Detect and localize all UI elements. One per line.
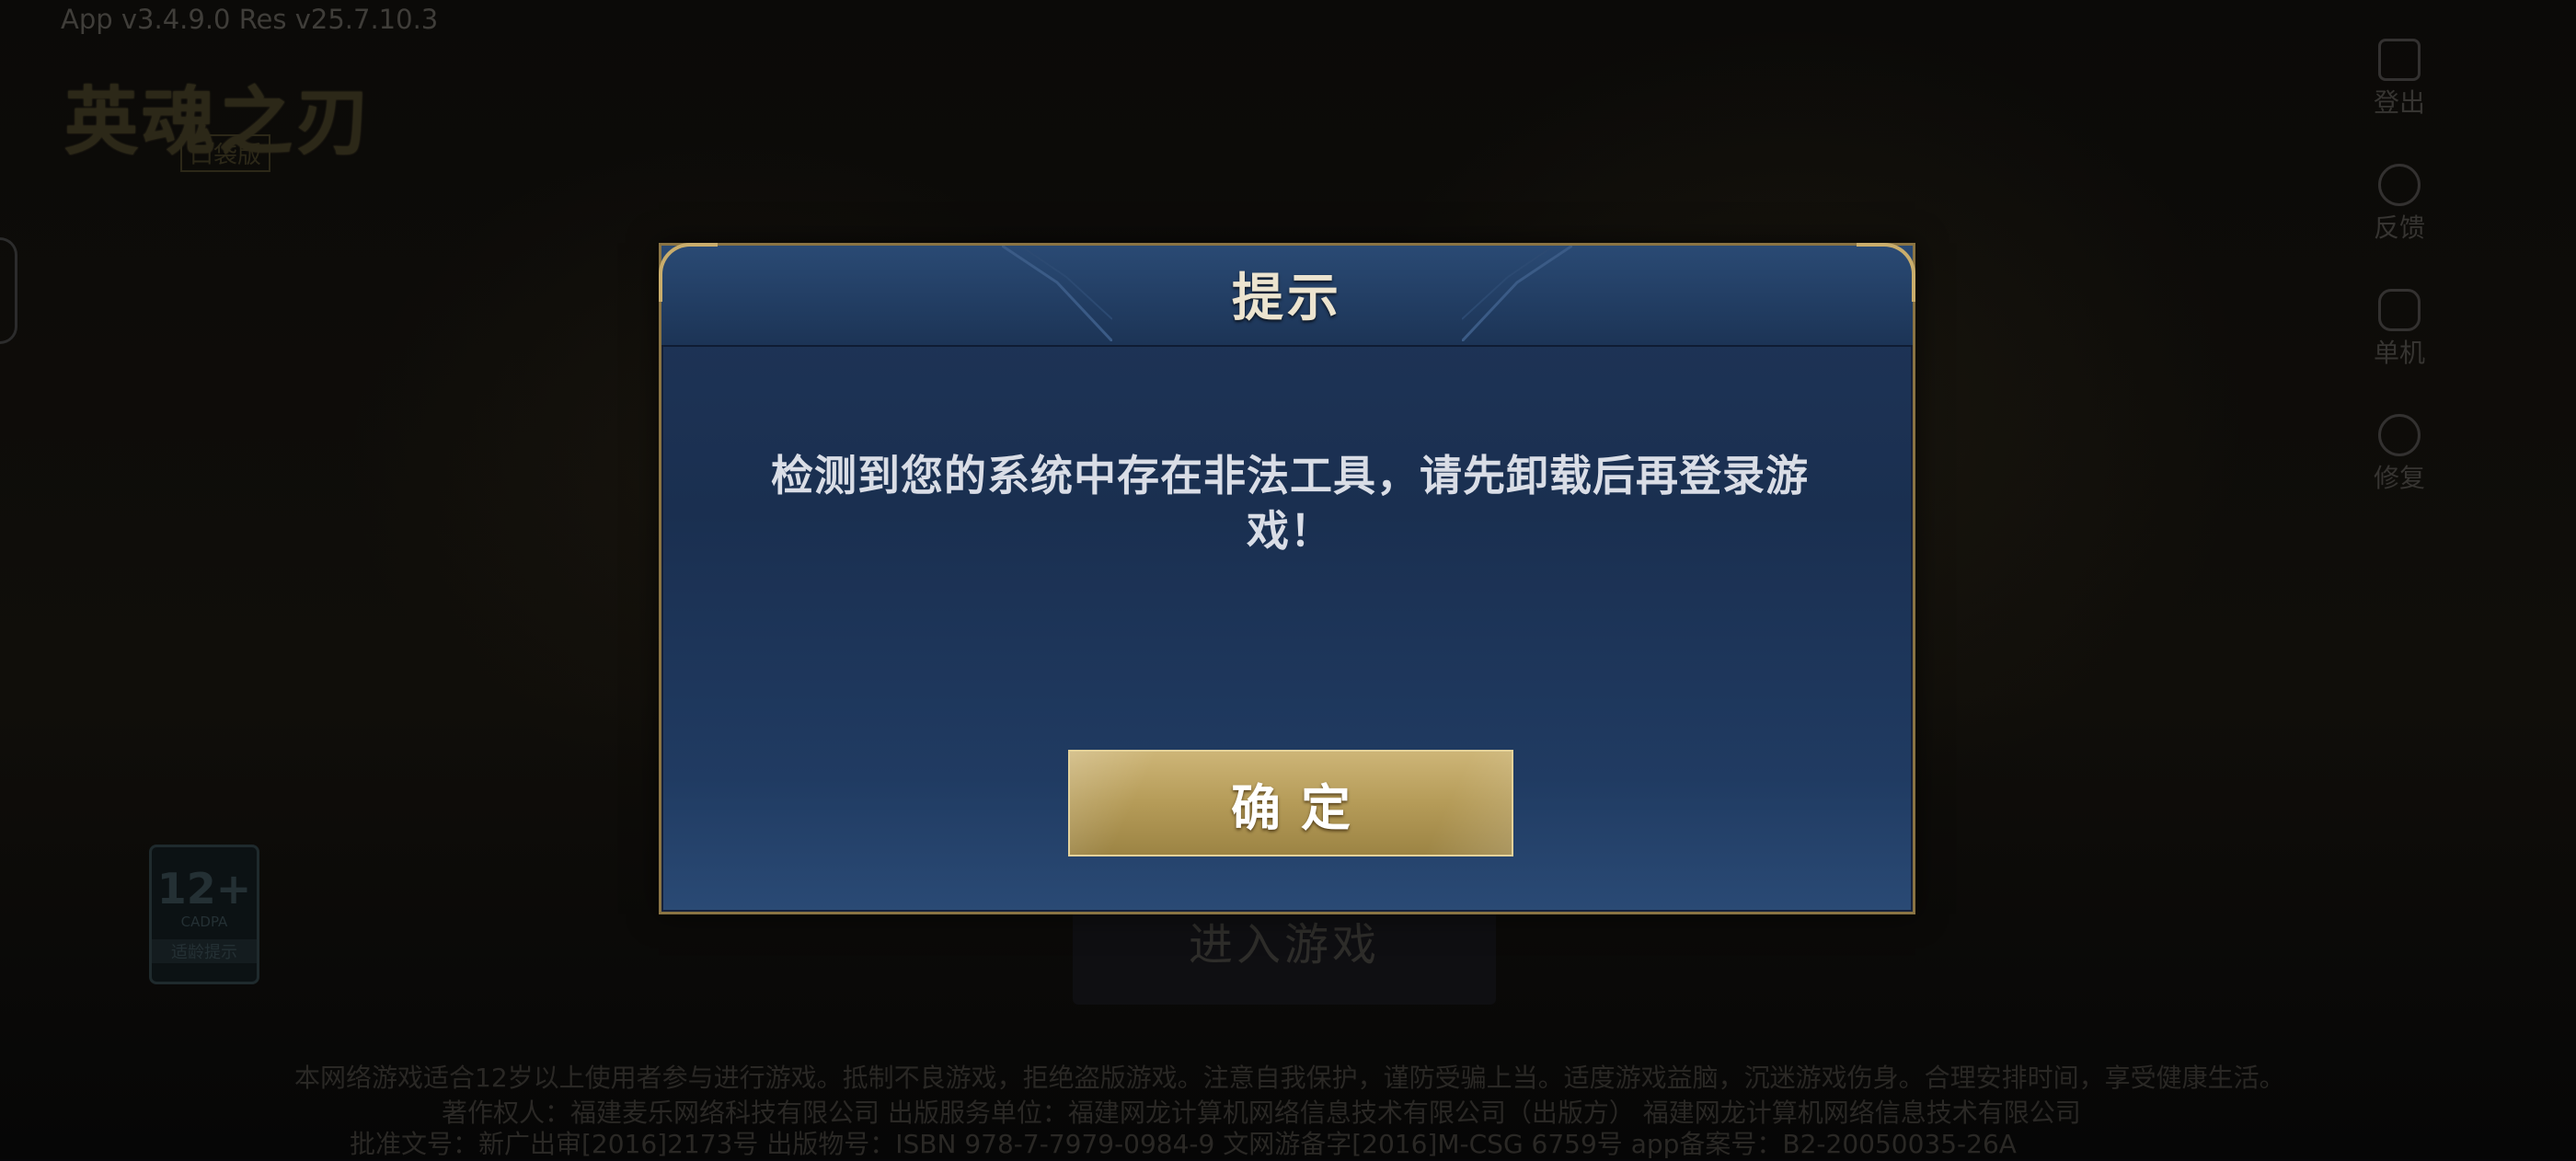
age-rating-badge[interactable]: 12+ CADPA 适龄提示 [149, 845, 259, 984]
confirm-button[interactable]: 确定 [1068, 750, 1513, 856]
version-text: App v3.4.9.0 Res v25.7.10.3 [61, 4, 439, 35]
enter-game-label: 进入游戏 [1188, 919, 1380, 971]
gamepad-icon [2378, 289, 2421, 331]
repair-label: 修复 [2373, 463, 2425, 493]
age-rating-tip: 适龄提示 [152, 939, 257, 963]
logout-icon [2378, 39, 2421, 81]
game-logo: 英魂之刃 口袋版 [28, 35, 423, 173]
confirm-label: 确定 [1231, 778, 1371, 837]
footer-license: 批准文号：新广出审[2016]2173号 出版物号：ISBN 978-7-797… [350, 1129, 2017, 1159]
feedback-icon [2378, 164, 2421, 206]
corner-ornament-right [1857, 243, 1915, 302]
feedback-label: 反馈 [2373, 213, 2425, 243]
dialog-title: 提示 [1232, 269, 1342, 328]
offline-button[interactable]: 单机 [2363, 289, 2436, 370]
gear-icon [2378, 414, 2421, 456]
age-rating-code: CADPA [180, 914, 228, 930]
left-drawer-tab[interactable] [0, 237, 17, 344]
offline-label: 单机 [2373, 338, 2425, 368]
alert-dialog: 提示 检测到您的系统中存在非法工具，请先卸载后再登录游戏！ 确定 [659, 243, 1915, 914]
logout-label: 登出 [2373, 87, 2425, 118]
logo-subtitle: 口袋版 [180, 134, 271, 172]
logout-button[interactable]: 登出 [2363, 39, 2436, 120]
dialog-header: 提示 [661, 246, 1913, 347]
dialog-message: 检测到您的系统中存在非法工具，请先卸载后再登录游戏！ [771, 451, 1809, 556]
footer-notice: 本网络游戏适合12岁以上使用者参与进行游戏。抵制不良游戏，拒绝盗版游戏。注意自我… [294, 1063, 2285, 1093]
feedback-button[interactable]: 反馈 [2363, 164, 2436, 245]
corner-ornament-left [659, 243, 718, 302]
age-rating-value: 12+ [156, 864, 252, 914]
repair-button[interactable]: 修复 [2363, 414, 2436, 495]
